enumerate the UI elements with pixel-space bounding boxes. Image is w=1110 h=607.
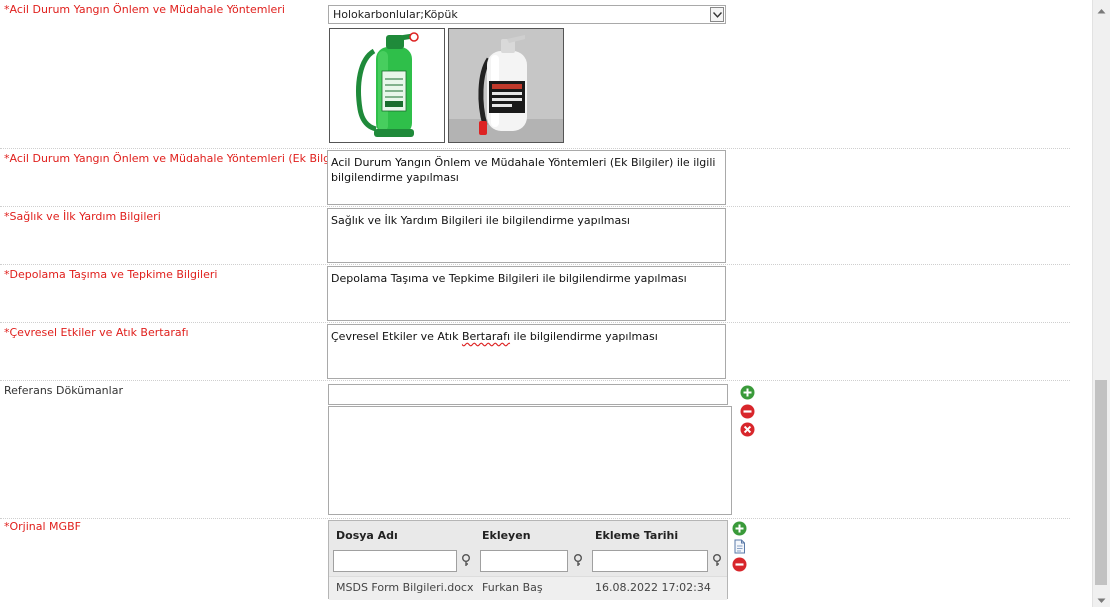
environment-text-pre: Çevresel Etkiler ve Atık xyxy=(331,330,462,343)
fire-extinguisher-green-icon xyxy=(330,29,444,142)
fire-extra-textarea[interactable]: Acil Durum Yangın Önlem ve Müdahale Yönt… xyxy=(327,150,726,205)
form-page: *Acil Durum Yangın Önlem ve Müdahale Yön… xyxy=(0,0,1093,607)
minus-circle-icon[interactable] xyxy=(732,557,747,572)
scroll-up-icon[interactable] xyxy=(1097,4,1106,17)
fire-extra-line1: Acil Durum Yangın Önlem ve Müdahale Yönt… xyxy=(331,156,716,169)
plus-circle-icon[interactable] xyxy=(732,521,747,536)
minus-circle-icon[interactable] xyxy=(740,404,755,419)
row-reference-docs: Referans Dökümanlar xyxy=(0,381,1070,519)
cell-date: 16.08.2022 17:02:34 xyxy=(595,581,711,594)
row-fire-extra: *Acil Durum Yangın Önlem ve Müdahale Yön… xyxy=(0,149,1070,207)
filter-file-name-input[interactable] xyxy=(333,550,457,572)
reference-docs-list[interactable] xyxy=(328,406,732,515)
environment-textarea[interactable]: Çevresel Etkiler ve Atık Bertarafı ile b… xyxy=(327,324,726,379)
storage-textarea[interactable]: Depolama Taşıma ve Tepkime Bilgileri ile… xyxy=(327,266,726,321)
column-header-file-name[interactable]: Dosya Adı xyxy=(336,529,398,542)
row-fire-methods: *Acil Durum Yangın Önlem ve Müdahale Yön… xyxy=(0,0,1070,149)
filter-key-icon[interactable] xyxy=(461,554,471,570)
filter-key-icon[interactable] xyxy=(573,554,583,570)
health-text: Sağlık ve İlk Yardım Bilgileri ile bilgi… xyxy=(331,214,630,227)
label-health: *Sağlık ve İlk Yardım Bilgileri xyxy=(4,210,161,223)
cell-file-name[interactable]: MSDS Form Bilgileri.docx xyxy=(336,581,474,594)
label-fire-methods: *Acil Durum Yangın Önlem ve Müdahale Yön… xyxy=(4,3,285,16)
filter-added-by-input[interactable] xyxy=(480,550,568,572)
label-original-mgbf: *Orjinal MGBF xyxy=(4,520,81,533)
label-reference-docs: Referans Dökümanlar xyxy=(4,384,123,397)
close-circle-icon[interactable] xyxy=(740,422,755,437)
row-storage: *Depolama Taşıma ve Tepkime Bilgileri De… xyxy=(0,265,1070,323)
fire-extra-line2: bilgilendirme yapılması xyxy=(331,171,459,184)
label-environment: *Çevresel Etkiler ve Atık Bertarafı xyxy=(4,326,189,339)
column-header-date[interactable]: Ekleme Tarihi xyxy=(595,529,678,542)
column-header-added-by[interactable]: Ekleyen xyxy=(482,529,531,542)
environment-text-misspelled: Bertarafı xyxy=(461,330,511,343)
table-row[interactable]: MSDS Form Bilgileri.docx Furkan Baş 16.0… xyxy=(329,576,727,600)
vertical-scrollbar[interactable] xyxy=(1092,0,1110,607)
row-health: *Sağlık ve İlk Yardım Bilgileri Sağlık v… xyxy=(0,207,1070,265)
fire-extinguisher-image-white[interactable] xyxy=(448,28,564,143)
fire-methods-selected: Holokarbonlular;Köpük xyxy=(333,8,458,21)
health-textarea[interactable]: Sağlık ve İlk Yardım Bilgileri ile bilgi… xyxy=(327,208,726,263)
document-icon[interactable] xyxy=(732,539,747,554)
scrollbar-thumb[interactable] xyxy=(1095,380,1107,585)
filter-date-input[interactable] xyxy=(592,550,708,572)
reference-docs-input[interactable] xyxy=(328,384,728,405)
original-files-grid: Dosya Adı Ekleyen Ekleme Tarihi MSDS For… xyxy=(328,520,728,600)
storage-text: Depolama Taşıma ve Tepkime Bilgileri ile… xyxy=(331,272,687,285)
environment-text-post: ile bilgilendirme yapılması xyxy=(510,330,658,343)
plus-circle-icon[interactable] xyxy=(740,385,755,400)
scroll-down-icon[interactable] xyxy=(1097,594,1106,607)
chevron-down-icon[interactable] xyxy=(710,7,724,22)
cell-added-by: Furkan Baş xyxy=(482,581,543,594)
fire-extinguisher-image-green[interactable] xyxy=(329,28,445,143)
label-fire-extra: *Acil Durum Yangın Önlem ve Müdahale Yön… xyxy=(4,152,352,165)
fire-extinguisher-white-icon xyxy=(449,29,563,142)
filter-key-icon[interactable] xyxy=(712,554,722,570)
fire-methods-select[interactable]: Holokarbonlular;Köpük xyxy=(328,5,726,24)
label-storage: *Depolama Taşıma ve Tepkime Bilgileri xyxy=(4,268,218,281)
row-environment: *Çevresel Etkiler ve Atık Bertarafı Çevr… xyxy=(0,323,1070,381)
